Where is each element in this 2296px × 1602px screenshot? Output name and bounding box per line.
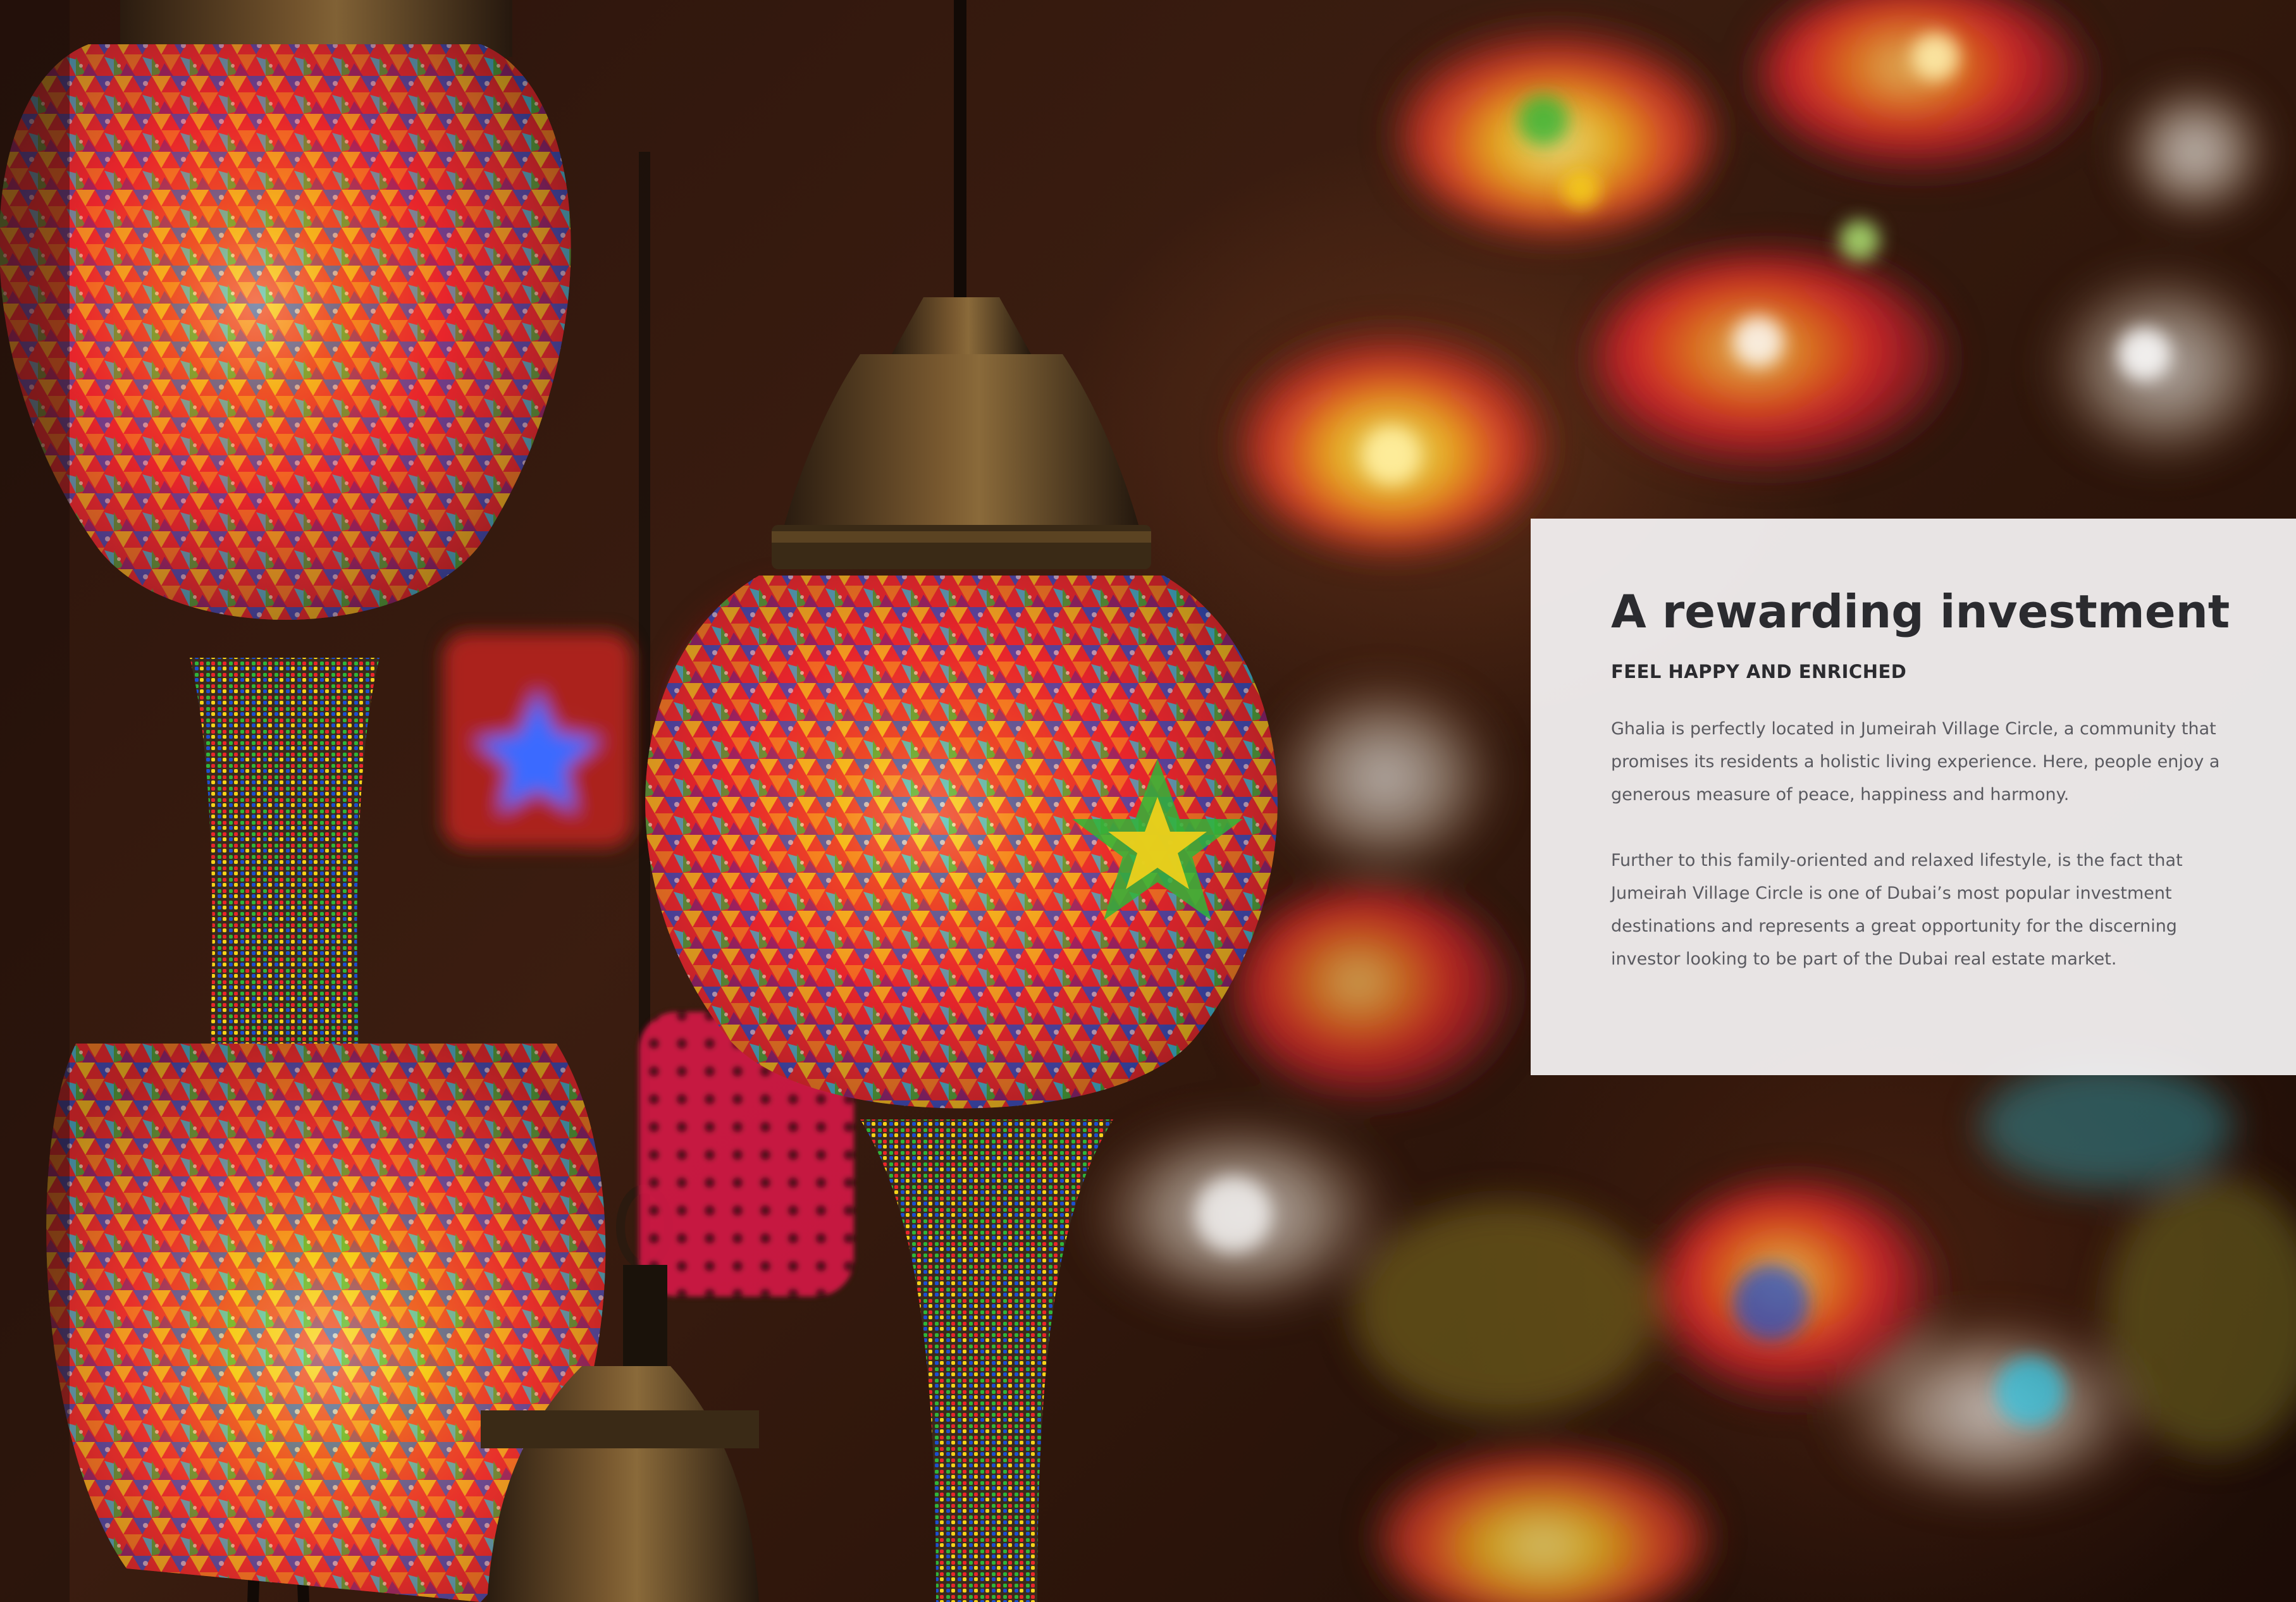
panel-subtitle: FEEL HAPPY AND ENRICHED	[1611, 661, 1907, 683]
panel-title: A rewarding investment	[1611, 585, 2230, 638]
panel-paragraph-investment: Further to this family-oriented and rela…	[1611, 851, 2183, 970]
center-lantern	[645, 0, 1278, 1602]
investment-info-panel: A rewarding investment FEEL HAPPY AND EN…	[1531, 519, 2296, 1075]
panel-paragraph-location: Ghalia is perfectly located in Jumeirah …	[1611, 719, 2220, 805]
